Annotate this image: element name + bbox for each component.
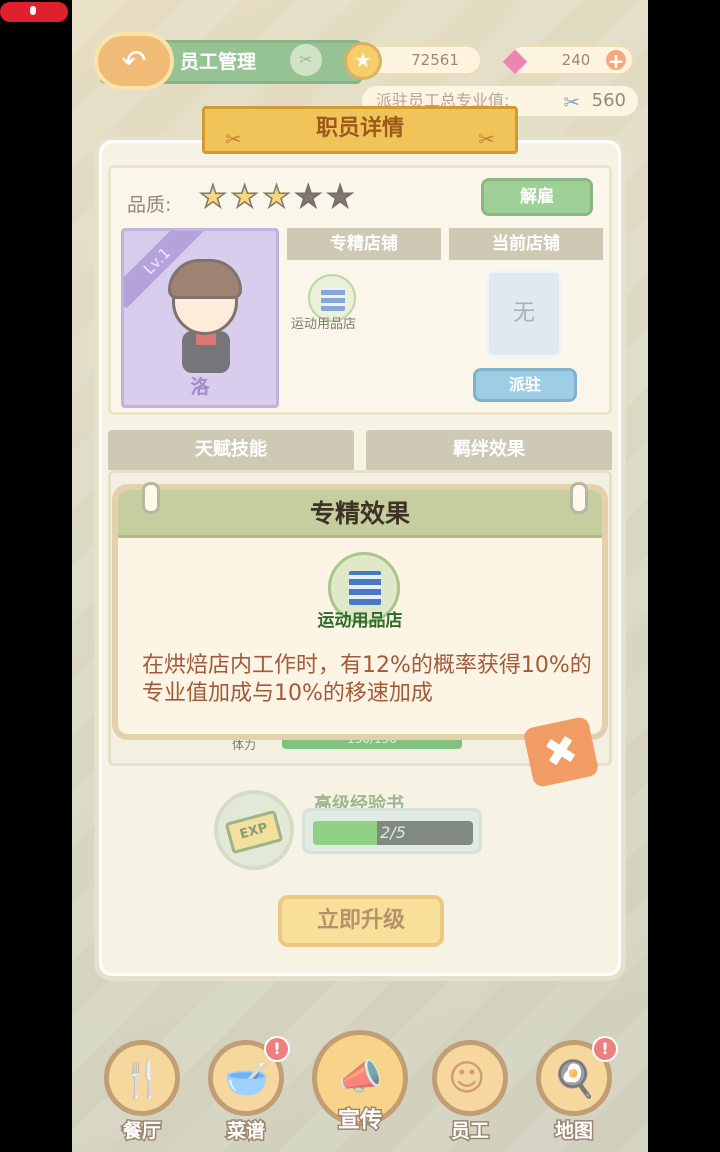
whistle-icon: ✂ [478,127,495,151]
game-screen: ↶ 员工管理 ✂ 72561 ★ 240 ◆ + 派驻员工总专业值: ✂ 560… [72,0,648,1152]
popup-description: 在烘焙店内工作时，有12%的概率获得10%的专业值加成与10%的移速加成 [142,653,592,706]
specialty-effect-popup: 专精效果 运动用品店 在烘焙店内工作时，有12%的概率获得10%的专业值加成与1… [112,482,608,740]
dialog-title: 职员详情 [315,116,404,141]
popup-title: 专精效果 [118,490,602,538]
close-icon: ✖ [539,726,583,778]
whistle-icon: ✂ [225,127,242,151]
clip-icon [142,482,160,514]
dialog-title-ribbon: ✂ 职员详情 ✂ [202,106,518,154]
clip-icon [570,482,588,514]
popup-shop-label: 运动用品店 [317,611,403,631]
recording-indicator [0,2,68,22]
